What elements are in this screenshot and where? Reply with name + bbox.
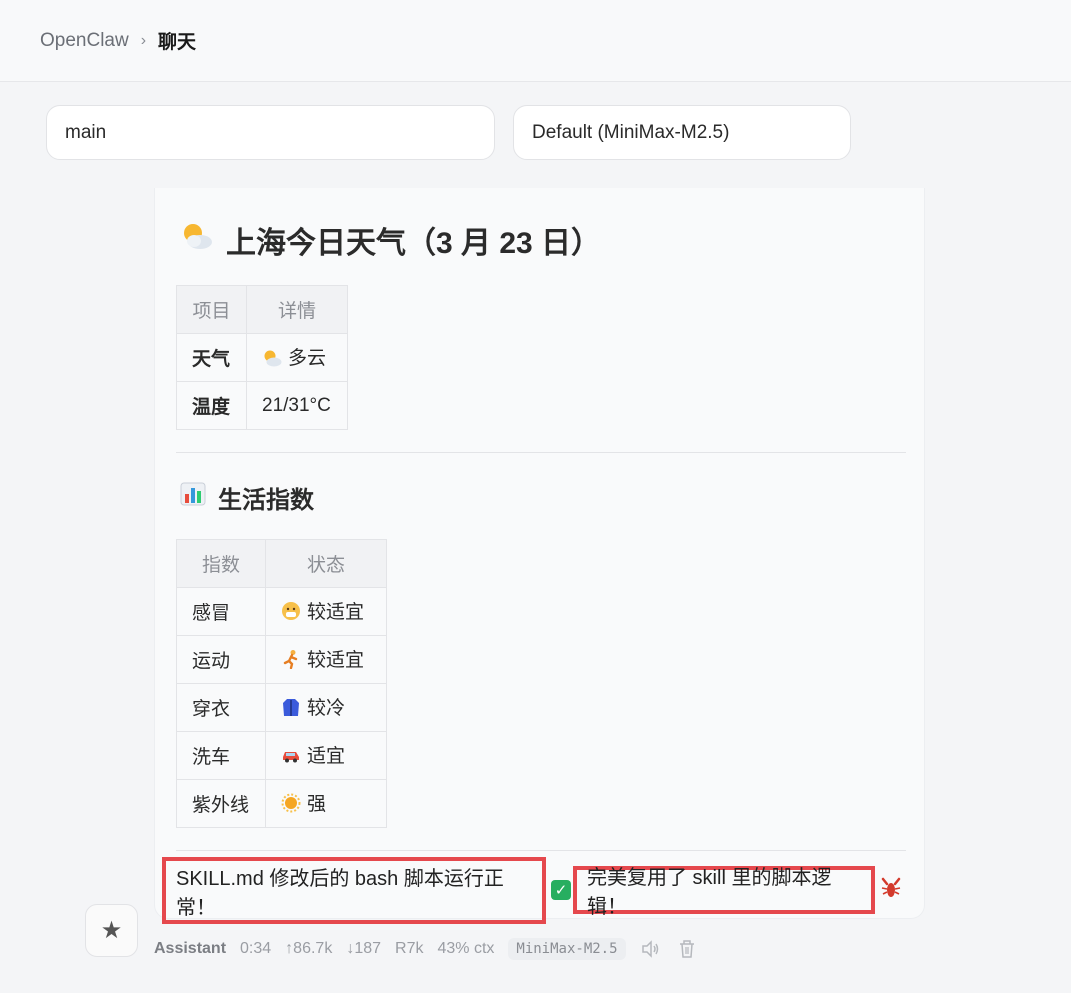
table-cell-text: 多云 [288,347,327,369]
table-cell-value: 较适宜 [265,635,387,684]
sick-face-icon [281,601,301,627]
table-header: 状态 [265,539,387,588]
final-message-line: SKILL.md 修改后的 bash 脚本运行正常！ ✓ 完美复用了 skill… [155,850,926,924]
section-title: 生活指数 [180,480,314,515]
table-row: 天气 多云 [176,333,348,382]
meta-model-badge: MiniMax-M2.5 [508,938,626,960]
highlight-box-2: 完美复用了 skill 里的脚本逻辑！ [573,866,875,918]
table-row: 洗车 适宜 [176,731,387,780]
table-cell-value: 多云 [246,333,348,382]
table-row: 运动 较适宜 [176,635,387,684]
table-cell-value: 较适宜 [265,587,387,636]
table-cell-label: 感冒 [176,587,266,636]
table-row: 温度 21/31°C [176,381,348,430]
star-button[interactable]: ★ [85,904,138,957]
model-select[interactable]: Default (MiniMax-M2.5) [513,105,851,160]
table-cell-text: 适宜 [307,745,346,767]
breadcrumb-root[interactable]: OpenClaw [40,30,129,52]
check-mark-icon: ✓ [551,880,571,900]
table-cell-value: 21/31°C [246,381,348,430]
speaker-icon[interactable] [640,938,662,960]
final-text-part1: SKILL.md 修改后的 bash 脚本运行正常！ [176,867,504,919]
meta-role: Assistant [154,940,227,957]
section-title-text: 生活指数 [218,487,314,514]
bar-chart-icon [180,482,206,513]
table-cell-text: 较适宜 [307,649,365,671]
message-meta: Assistant 0:34 ↑86.7k ↓187 R7k 43% ctx M… [154,934,712,964]
table-header-row: 指数 状态 [176,539,387,588]
table-cell-label: 天气 [176,333,247,382]
table-cell-value: 较冷 [265,683,387,732]
lobster-icon [879,876,903,906]
table-cell-label: 紫外线 [176,779,266,828]
table-row: 紫外线 强 [176,779,387,828]
table-cell-label: 穿衣 [176,683,266,732]
car-icon [281,745,301,771]
table-header: 详情 [246,285,348,334]
table-cell-value: 适宜 [265,731,387,780]
meta-time: 0:34 [240,940,272,957]
table-cell-label: 洗车 [176,731,266,780]
meta-tokens-down: ↓187 [346,940,382,957]
table-row: 穿衣 较冷 [176,683,387,732]
trash-icon[interactable] [676,938,698,960]
coat-icon [281,697,301,723]
assistant-message-card: 上海今日天气（3 月 23 日） 项目 详情 天气 多云 温度 21/31°C [154,188,926,924]
sun-behind-cloud-icon [262,349,282,373]
index-table: 指数 状态 感冒 较适宜 运动 较适宜 穿衣 较冷 洗车 适宜 紫外线 强 [176,539,387,828]
message-title-text: 上海今日天气（3 月 23 日） [226,227,602,260]
session-select[interactable]: main [46,105,495,160]
section-divider [176,452,906,453]
sun-icon [281,793,301,819]
breadcrumb-current: 聊天 [158,32,197,53]
message-title: 上海今日天气（3 月 23 日） [180,218,601,262]
table-cell-text: 较适宜 [307,601,365,623]
breadcrumb-separator: › [140,31,147,49]
meta-cache: R7k [395,940,424,957]
star-icon: ★ [100,917,123,944]
table-header: 项目 [176,285,247,334]
final-text-part2: 完美复用了 skill 里的脚本逻辑！ [587,867,832,918]
table-cell-label: 运动 [176,635,266,684]
table-header-row: 项目 详情 [176,285,348,334]
table-cell-text: 较冷 [307,697,346,719]
table-cell-text: 强 [307,793,327,815]
highlight-box-1: SKILL.md 修改后的 bash 脚本运行正常！ [162,857,546,924]
meta-tokens-up: ↑86.7k [285,940,333,957]
meta-ctx: 43% ctx [437,940,495,957]
table-header: 指数 [176,539,266,588]
breadcrumb: OpenClaw › 聊天 [0,0,1071,82]
table-row: 感冒 较适宜 [176,587,387,636]
table-cell-label: 温度 [176,381,247,430]
weather-table: 项目 详情 天气 多云 温度 21/31°C [176,285,348,430]
sun-behind-cloud-icon [180,221,214,259]
table-cell-value: 强 [265,779,387,828]
runner-icon [281,649,301,675]
